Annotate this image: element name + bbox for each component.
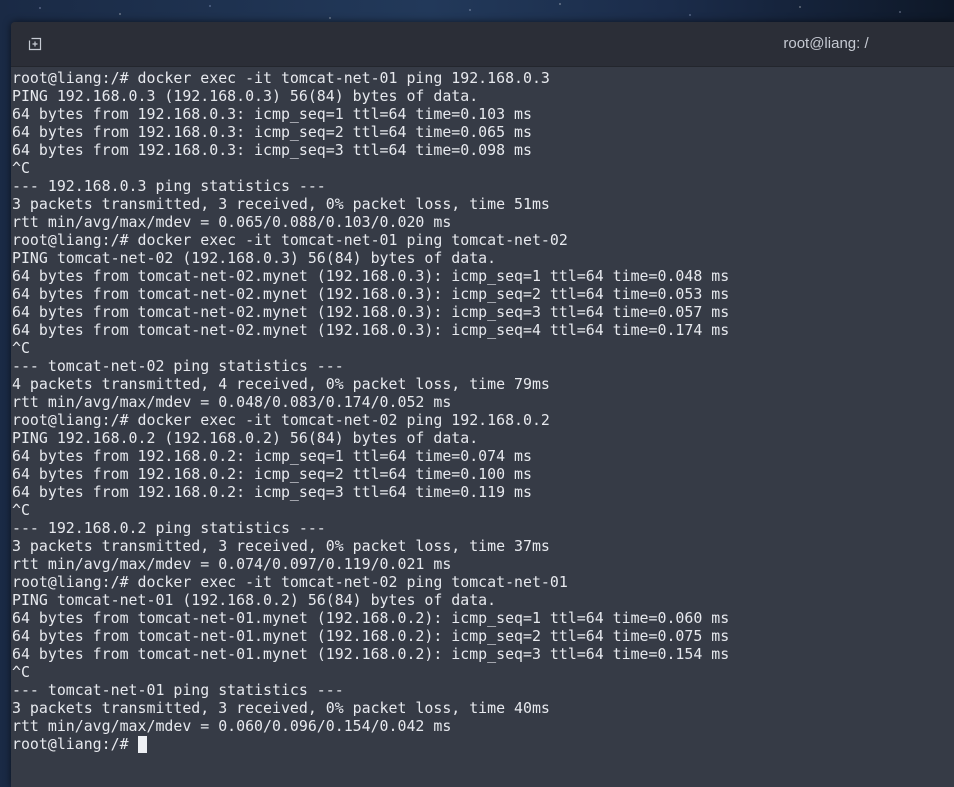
title-bar[interactable]: root@liang: /	[11, 22, 954, 67]
prompt-line[interactable]: root@liang:/#	[12, 735, 729, 753]
terminal-line: --- tomcat-net-02 ping statistics ---	[12, 357, 344, 375]
terminal-lines: root@liang:/# docker exec -it tomcat-net…	[12, 69, 729, 753]
terminal-line: PING tomcat-net-02 (192.168.0.3) 56(84) …	[12, 249, 497, 267]
terminal-line: root@liang:/# docker exec -it tomcat-net…	[12, 69, 550, 87]
terminal-line: root@liang:/# docker exec -it tomcat-net…	[12, 573, 568, 591]
terminal-line: 4 packets transmitted, 4 received, 0% pa…	[12, 375, 550, 393]
terminal-window[interactable]: root@liang: / root@liang:/# docker exec …	[11, 22, 954, 787]
terminal-line: PING 192.168.0.3 (192.168.0.3) 56(84) by…	[12, 87, 479, 105]
terminal-line: rtt min/avg/max/mdev = 0.060/0.096/0.154…	[12, 717, 452, 735]
terminal-line: 64 bytes from tomcat-net-01.mynet (192.1…	[12, 609, 730, 627]
terminal-line: PING 192.168.0.2 (192.168.0.2) 56(84) by…	[12, 429, 479, 447]
terminal-line: 64 bytes from 192.168.0.2: icmp_seq=3 tt…	[12, 483, 532, 501]
terminal-line: 3 packets transmitted, 3 received, 0% pa…	[12, 699, 550, 717]
terminal-line: 64 bytes from 192.168.0.3: icmp_seq=3 tt…	[12, 141, 532, 159]
new-tab-button[interactable]	[28, 37, 42, 51]
terminal-line: 64 bytes from tomcat-net-02.mynet (192.1…	[12, 267, 730, 285]
terminal-line: 64 bytes from tomcat-net-01.mynet (192.1…	[12, 627, 730, 645]
terminal-line: ^C	[12, 339, 30, 357]
terminal-line: root@liang:/# docker exec -it tomcat-net…	[12, 411, 550, 429]
terminal-line: 3 packets transmitted, 3 received, 0% pa…	[12, 195, 550, 213]
terminal-line: 64 bytes from 192.168.0.2: icmp_seq=2 tt…	[12, 465, 532, 483]
terminal-line: PING tomcat-net-01 (192.168.0.2) 56(84) …	[12, 591, 497, 609]
terminal-line: rtt min/avg/max/mdev = 0.065/0.088/0.103…	[12, 213, 452, 231]
text-cursor	[137, 735, 147, 753]
terminal-line: 64 bytes from tomcat-net-02.mynet (192.1…	[12, 303, 730, 321]
terminal-line: ^C	[12, 663, 30, 681]
terminal-line: --- 192.168.0.2 ping statistics ---	[12, 519, 326, 537]
terminal-line: --- tomcat-net-01 ping statistics ---	[12, 681, 344, 699]
terminal-line: rtt min/avg/max/mdev = 0.074/0.097/0.119…	[12, 555, 452, 573]
new-tab-icon	[28, 37, 42, 51]
window-title: root@liang: /	[783, 35, 869, 52]
terminal-line: ^C	[12, 501, 30, 519]
terminal-line: root@liang:/# docker exec -it tomcat-net…	[12, 231, 568, 249]
terminal-line: --- 192.168.0.3 ping statistics ---	[12, 177, 326, 195]
shell-prompt: root@liang:/#	[12, 735, 129, 753]
terminal-line: 64 bytes from 192.168.0.3: icmp_seq=2 tt…	[12, 123, 532, 141]
terminal-line: 64 bytes from 192.168.0.2: icmp_seq=1 tt…	[12, 447, 532, 465]
terminal-line: 64 bytes from tomcat-net-01.mynet (192.1…	[12, 645, 730, 663]
terminal-line: 3 packets transmitted, 3 received, 0% pa…	[12, 537, 550, 555]
terminal-line: rtt min/avg/max/mdev = 0.048/0.083/0.174…	[12, 393, 452, 411]
terminal-line: 64 bytes from tomcat-net-02.mynet (192.1…	[12, 321, 730, 339]
terminal-line: 64 bytes from 192.168.0.3: icmp_seq=1 tt…	[12, 105, 532, 123]
terminal-line: ^C	[12, 159, 30, 177]
terminal-line: 64 bytes from tomcat-net-02.mynet (192.1…	[12, 285, 730, 303]
terminal-output[interactable]: root@liang:/# docker exec -it tomcat-net…	[11, 67, 954, 787]
